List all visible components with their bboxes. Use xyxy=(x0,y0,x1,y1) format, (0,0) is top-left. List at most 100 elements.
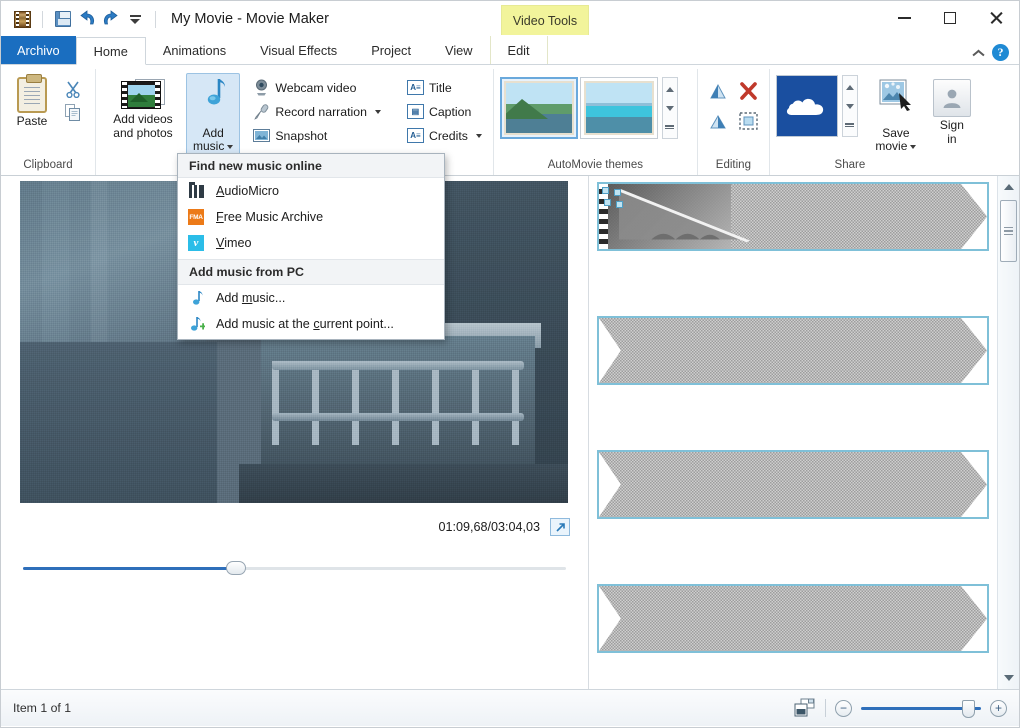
copy-button[interactable] xyxy=(59,101,87,124)
minimize-button[interactable] xyxy=(881,1,927,35)
customize-qat-icon[interactable] xyxy=(122,6,148,32)
scroll-up-button[interactable] xyxy=(998,178,1019,196)
maximize-button[interactable] xyxy=(927,1,973,35)
narration-label: Record narration xyxy=(275,104,367,119)
storyboard-scrollbar[interactable] xyxy=(997,176,1019,689)
title-button[interactable]: A≡ Title xyxy=(402,76,487,99)
menu-item-vimeo[interactable]: v Vimeo xyxy=(178,230,444,256)
cut-button[interactable] xyxy=(59,77,87,100)
automovie-theme-1[interactable] xyxy=(499,77,578,139)
save-icon[interactable] xyxy=(50,6,76,32)
timecode-text: 01:09,68/03:04,03 xyxy=(438,520,540,534)
remove-button[interactable] xyxy=(734,79,762,107)
storyboard-clip-1[interactable] xyxy=(597,182,989,251)
help-icon[interactable]: ? xyxy=(992,44,1009,61)
fade-in-button[interactable] xyxy=(704,79,732,107)
expand-arrow-icon xyxy=(555,522,565,532)
zoom-slider[interactable] xyxy=(861,700,981,718)
onedrive-button[interactable] xyxy=(775,75,838,137)
tab-home[interactable]: Home xyxy=(75,37,146,65)
menu-item-add-music[interactable]: Add music... xyxy=(178,285,444,311)
tab-edit[interactable]: Edit xyxy=(489,36,548,64)
share-more-button[interactable] xyxy=(845,116,855,134)
share-scroll-up-button[interactable] xyxy=(845,78,855,96)
close-button[interactable] xyxy=(973,1,1019,35)
themes-scroll-up-button[interactable] xyxy=(665,80,675,98)
sign-in-button[interactable]: Sign in xyxy=(926,75,978,149)
status-divider xyxy=(825,699,826,717)
qat-divider-1 xyxy=(42,10,43,28)
save-movie-label-text: Save movie xyxy=(875,125,910,153)
storyboard-clips xyxy=(589,176,997,689)
timecode-row: 01:09,68/03:04,03 xyxy=(1,518,570,536)
music-note-icon xyxy=(198,77,228,111)
text-small-buttons: A≡ Title ▤ Caption A≡ Credits xyxy=(402,73,487,147)
status-bar-right: − + xyxy=(794,698,1007,718)
themes-scroll-down-button[interactable] xyxy=(665,99,675,117)
thumbnail-view-icon[interactable] xyxy=(794,698,816,718)
seek-thumb[interactable] xyxy=(226,561,247,575)
add-music-dropdown-menu: Find new music online AudioMicro FMA Fre… xyxy=(177,153,445,340)
add-music-button[interactable]: Add music xyxy=(186,73,241,157)
zoom-out-button[interactable]: − xyxy=(835,699,852,717)
tab-strip-right: ? xyxy=(970,44,1019,64)
tab-visual-effects[interactable]: Visual Effects xyxy=(243,36,354,64)
credits-button[interactable]: A≡ Credits xyxy=(402,124,487,147)
storyboard-clip-4[interactable] xyxy=(597,584,989,653)
fade-out-button[interactable] xyxy=(704,109,732,137)
menu-item-free-music-archive[interactable]: FMA Free Music Archive xyxy=(178,204,444,230)
window-title: My Movie - Movie Maker xyxy=(171,11,329,27)
snapshot-button[interactable]: Snapshot xyxy=(248,124,386,147)
fullscreen-button[interactable] xyxy=(550,518,570,536)
webcam-label: Webcam video xyxy=(275,80,357,95)
storyboard-clip-2[interactable] xyxy=(597,316,989,385)
narration-caret-icon[interactable] xyxy=(374,109,381,114)
undo-icon[interactable] xyxy=(78,10,98,28)
credits-caret-icon[interactable] xyxy=(475,133,482,138)
save-movie-label: Save movie xyxy=(875,113,917,154)
qat-divider-2 xyxy=(155,10,156,28)
add-videos-and-photos-button[interactable]: Add videos and photos xyxy=(102,73,184,143)
audiomicro-icon xyxy=(185,181,207,200)
tab-project[interactable]: Project xyxy=(354,36,428,64)
clipboard-group-label: Clipboard xyxy=(23,159,73,171)
zoom-in-button[interactable]: + xyxy=(990,699,1007,717)
caption-button[interactable]: ▤ Caption xyxy=(402,100,487,123)
caption-label: Caption xyxy=(428,104,472,119)
themes-more-button[interactable] xyxy=(665,118,675,136)
storyboard-panel xyxy=(589,176,1019,689)
person-icon xyxy=(932,79,971,117)
menu-item-add-music-at-current-point[interactable]: Add music at the current point... xyxy=(178,311,444,337)
tab-view[interactable]: View xyxy=(428,36,490,64)
media-small-buttons: Webcam video Record narration Snapshot xyxy=(248,73,386,147)
mountain-down-icon xyxy=(708,112,728,135)
scroll-down-button[interactable] xyxy=(998,669,1019,687)
tab-archivo[interactable]: Archivo xyxy=(1,36,76,64)
seek-slider[interactable] xyxy=(23,561,566,575)
redo-icon[interactable] xyxy=(100,10,120,28)
collapse-ribbon-icon[interactable] xyxy=(970,45,986,61)
clip-thumbnail-1 xyxy=(616,188,750,243)
storyboard-clip-3[interactable] xyxy=(597,450,989,519)
scrollbar-thumb[interactable] xyxy=(1000,200,1017,262)
select-all-button[interactable] xyxy=(734,109,762,137)
zoom-slider-thumb[interactable] xyxy=(962,700,975,718)
snapshot-label: Snapshot xyxy=(275,128,328,143)
scissors-icon xyxy=(64,80,82,98)
save-movie-button[interactable]: Save movie xyxy=(868,75,924,157)
window-controls xyxy=(881,1,1019,35)
title-bar: My Movie - Movie Maker Video Tools xyxy=(1,1,1019,37)
caption-icon: ▤ xyxy=(406,104,424,119)
record-narration-button[interactable]: Record narration xyxy=(248,100,386,123)
share-gallery-spinner xyxy=(841,75,858,137)
red-x-icon xyxy=(739,81,758,105)
webcam-video-button[interactable]: Webcam video xyxy=(248,76,386,99)
share-scroll-down-button[interactable] xyxy=(845,97,855,115)
paste-button[interactable]: Paste xyxy=(7,73,57,132)
menu-item-audiomicro[interactable]: AudioMicro xyxy=(178,178,444,204)
editing-group-label: Editing xyxy=(715,159,751,171)
tab-animations[interactable]: Animations xyxy=(146,36,243,64)
automovie-theme-2[interactable] xyxy=(579,77,658,139)
item-count-text: Item 1 of 1 xyxy=(13,701,72,715)
menu-item-add-music-current-label: Add music at the current point... xyxy=(216,317,394,331)
